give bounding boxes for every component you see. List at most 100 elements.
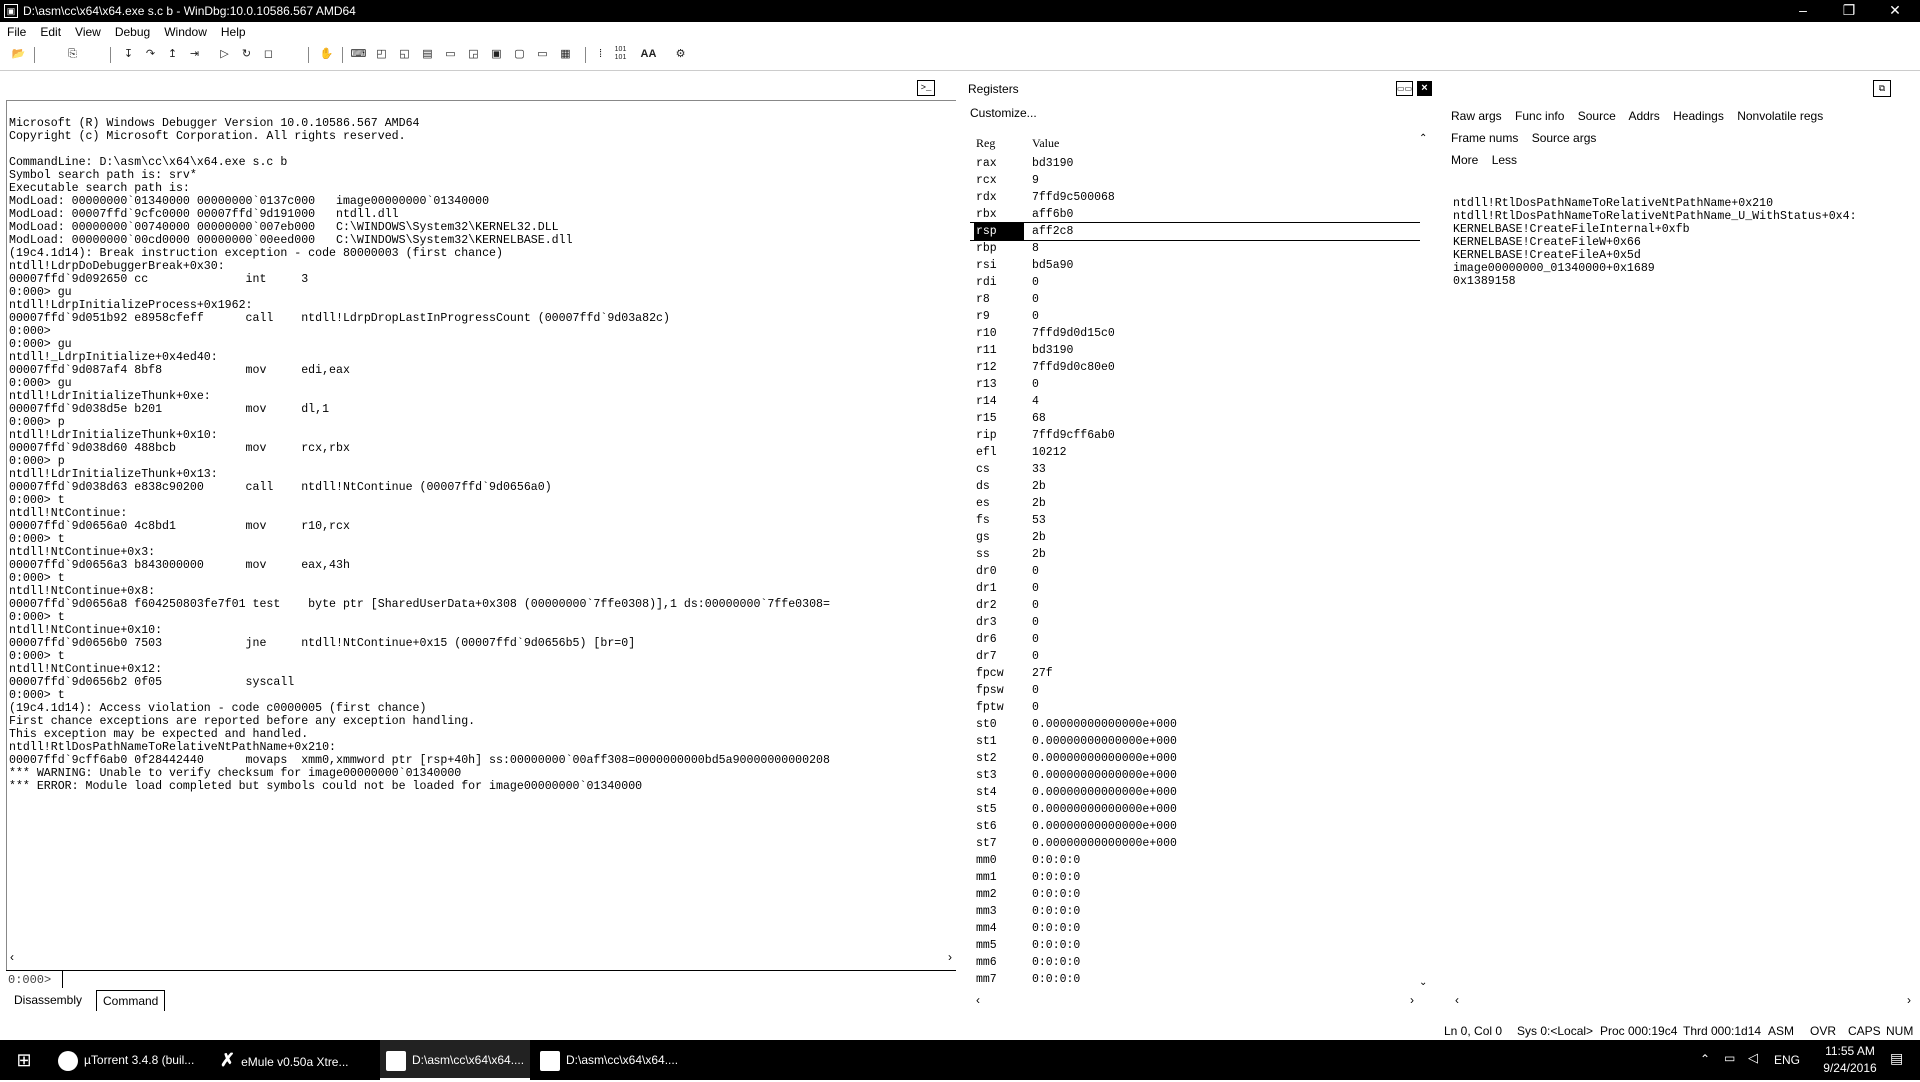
register-value[interactable]: 0:0:0:0 — [1032, 971, 1080, 988]
scroll-up-icon[interactable]: ⌃ — [1419, 133, 1427, 144]
callstack-frame[interactable]: image00000000_01340000+0x1689 — [1453, 262, 1918, 275]
register-row[interactable]: mm0 0:0:0:0 — [970, 852, 1420, 869]
register-row[interactable]: ds 2b — [970, 478, 1420, 495]
register-row[interactable]: st5 0.00000000000000e+000 — [970, 801, 1420, 818]
menu-edit[interactable]: Edit — [33, 22, 68, 39]
register-row[interactable]: st7 0.00000000000000e+000 — [970, 835, 1420, 852]
option-frame-nums[interactable]: Frame nums — [1451, 131, 1518, 145]
menu-view[interactable]: View — [68, 22, 108, 39]
register-row[interactable]: mm7 0:0:0:0 — [970, 971, 1420, 988]
network-icon[interactable]: ▭ — [1724, 1051, 1735, 1065]
register-value[interactable]: 4 — [1032, 393, 1039, 410]
source-mode-icon[interactable]: ▦ — [557, 46, 574, 63]
minimize-button[interactable]: – — [1780, 0, 1826, 22]
register-row[interactable]: fpcw 27f — [970, 665, 1420, 682]
register-row[interactable]: r15 68 — [970, 410, 1420, 427]
register-row[interactable]: fptw 0 — [970, 699, 1420, 716]
tab-command[interactable]: Command — [96, 990, 166, 1011]
register-row[interactable]: mm4 0:0:0:0 — [970, 920, 1420, 937]
register-row[interactable]: dr7 0 — [970, 648, 1420, 665]
register-row[interactable]: rax bd3190 — [970, 155, 1420, 172]
taskbar-item-emule[interactable]: ✗ eMule v0.50a Xtre... — [220, 1040, 380, 1080]
command-input[interactable] — [62, 971, 952, 988]
callstack-frame[interactable]: KERNELBASE!CreateFileA+0x5d — [1453, 249, 1918, 262]
tab-disassembly[interactable]: Disassembly — [8, 990, 88, 1010]
register-value[interactable]: 7ffd9cff6ab0 — [1032, 427, 1115, 444]
register-value[interactable]: 0 — [1032, 563, 1039, 580]
disassembly-icon[interactable]: ▣ — [488, 46, 505, 63]
register-value[interactable]: 7ffd9d0c80e0 — [1032, 359, 1115, 376]
option-headings[interactable]: Headings — [1673, 109, 1724, 123]
register-value[interactable]: bd3190 — [1032, 342, 1073, 359]
register-value[interactable]: 0:0:0:0 — [1032, 920, 1080, 937]
option-addrs[interactable]: Addrs — [1628, 109, 1659, 123]
register-row[interactable]: r13 0 — [970, 376, 1420, 393]
font-icon[interactable]: AA — [640, 46, 657, 63]
registers-close-icon[interactable]: × — [1417, 81, 1432, 96]
register-value[interactable]: 0 — [1032, 376, 1039, 393]
step-over-icon[interactable]: ↷ — [142, 46, 159, 63]
option-source[interactable]: Source — [1578, 109, 1616, 123]
register-value[interactable]: 2b — [1032, 478, 1046, 495]
register-row[interactable]: st1 0.00000000000000e+000 — [970, 733, 1420, 750]
register-value[interactable]: bd5a90 — [1032, 257, 1073, 274]
menu-debug[interactable]: Debug — [108, 22, 157, 39]
register-value[interactable]: 0 — [1032, 682, 1039, 699]
register-row[interactable]: mm2 0:0:0:0 — [970, 886, 1420, 903]
register-value[interactable]: 0 — [1032, 291, 1039, 308]
register-row[interactable]: rbx aff6b0 — [970, 206, 1420, 223]
register-row[interactable]: fpsw 0 — [970, 682, 1420, 699]
register-row[interactable]: mm6 0:0:0:0 — [970, 954, 1420, 971]
scroll-right-icon[interactable]: › — [1410, 993, 1414, 1007]
open-icon[interactable]: 📂 — [10, 46, 27, 63]
taskbar-item-utorrent[interactable]: µTorrent 3.4.8 (buil... — [58, 1040, 208, 1080]
step-into-icon[interactable]: ↧ — [120, 46, 137, 63]
options-icon[interactable]: ⚙ — [672, 46, 689, 63]
register-value[interactable]: 68 — [1032, 410, 1046, 427]
register-row[interactable]: r10 7ffd9d0d15c0 — [970, 325, 1420, 342]
callstack-frame[interactable]: KERNELBASE!CreateFileW+0x66 — [1453, 236, 1918, 249]
register-value[interactable]: 0.00000000000000e+000 — [1032, 733, 1177, 750]
register-row[interactable]: mm1 0:0:0:0 — [970, 869, 1420, 886]
scroll-right-icon[interactable]: › — [948, 950, 952, 964]
start-icon[interactable]: ⊞ — [0, 1040, 48, 1080]
callstack-frame[interactable]: KERNELBASE!CreateFileInternal+0xfb — [1453, 223, 1918, 236]
notification-icon[interactable]: ▤ — [1890, 1050, 1903, 1067]
register-value[interactable]: 0 — [1032, 597, 1039, 614]
register-row[interactable]: fs 53 — [970, 512, 1420, 529]
registers-icon[interactable]: ▤ — [419, 46, 436, 63]
register-row[interactable]: st2 0.00000000000000e+000 — [970, 750, 1420, 767]
option-source-args[interactable]: Source args — [1532, 131, 1597, 145]
run-to-cursor-icon[interactable]: ⇥ — [186, 46, 203, 63]
menu-file[interactable]: File — [0, 22, 33, 39]
more-link[interactable]: More — [1451, 153, 1478, 167]
register-row[interactable]: efl 10212 — [970, 444, 1420, 461]
scroll-left-icon[interactable]: ‹ — [10, 950, 14, 964]
step-out-icon[interactable]: ↥ — [164, 46, 181, 63]
register-value[interactable]: 0 — [1032, 308, 1039, 325]
register-value[interactable]: 0:0:0:0 — [1032, 886, 1080, 903]
register-value[interactable]: 0.00000000000000e+000 — [1032, 716, 1177, 733]
register-row[interactable]: st4 0.00000000000000e+000 — [970, 784, 1420, 801]
command-window-icon[interactable]: ⌨ — [350, 46, 367, 63]
hex-icon[interactable]: 101 101 — [612, 46, 629, 63]
restart-icon[interactable]: ↻ — [238, 46, 255, 63]
clock-date[interactable]: 9/24/2016 — [1810, 1061, 1890, 1075]
registers-col-value[interactable]: Value — [1032, 136, 1059, 151]
register-row[interactable]: r12 7ffd9d0c80e0 — [970, 359, 1420, 376]
scroll-down-icon[interactable]: ⌄ — [1419, 977, 1427, 988]
callstack-hscrollbar[interactable]: ‹ › — [1453, 993, 1913, 1007]
register-row[interactable]: rsi bd5a90 — [970, 257, 1420, 274]
register-row[interactable]: r14 4 — [970, 393, 1420, 410]
register-value[interactable]: 2b — [1032, 546, 1046, 563]
register-row[interactable]: dr3 0 — [970, 614, 1420, 631]
register-value[interactable]: 0.00000000000000e+000 — [1032, 767, 1177, 784]
registers-window-icon[interactable]: ▭▭ — [1396, 81, 1413, 96]
register-row[interactable]: r8 0 — [970, 291, 1420, 308]
processes-icon[interactable]: ▭ — [534, 46, 551, 63]
register-row[interactable]: r11 bd3190 — [970, 342, 1420, 359]
source-icon[interactable]: ⁞ — [592, 46, 609, 63]
register-row[interactable]: st0 0.00000000000000e+000 — [970, 716, 1420, 733]
register-value[interactable]: 7ffd9c500068 — [1032, 189, 1115, 206]
scroll-right-icon[interactable]: › — [1907, 993, 1911, 1007]
